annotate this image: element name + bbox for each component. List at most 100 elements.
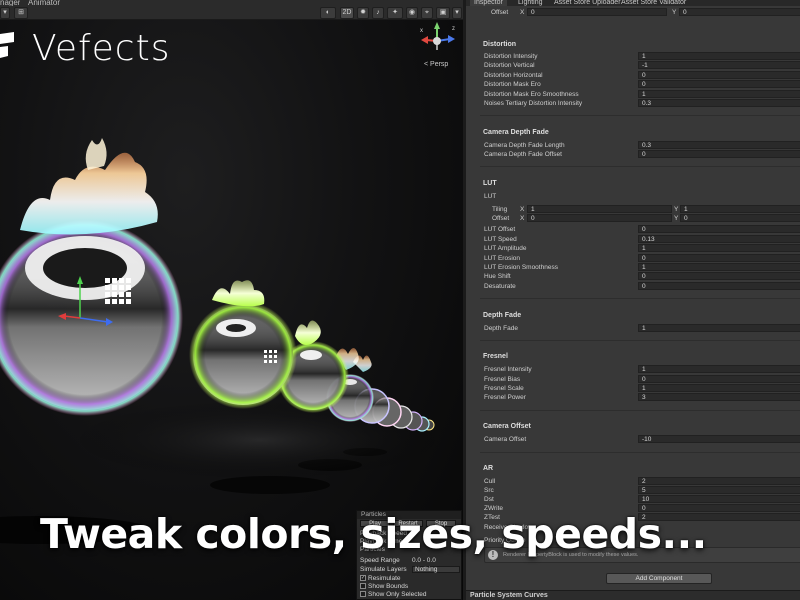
tool-dropdown-icon[interactable]: ▾ [0,7,10,19]
desaturate-field[interactable]: 0 [638,282,800,290]
lut-offset-y-label: Y [674,215,679,222]
offset-x-field[interactable]: 0 [527,8,667,16]
lut-offset-field[interactable]: 0 [638,225,800,233]
camera-offset-label: Camera Offset [484,436,527,443]
depth-fade-label: Depth Fade [484,325,518,332]
lut-speed-field[interactable]: 0.13 [638,235,800,243]
particle-system-curves-header[interactable]: Particle System Curves [466,590,800,600]
show-only-selected-row[interactable]: Show Only Selected [360,591,460,599]
camera-settings-icon[interactable]: ▣ [436,7,450,19]
tab-inspector[interactable]: Inspector [470,0,507,6]
section-distortion: Distortion [483,41,517,48]
simulate-layers-select[interactable]: Nothing [412,566,460,573]
scene-toolbar-row: ▾ ⊞ ◐ 2D ✹ ♪ ✦ ◉ ⌖ ▣ ▾ [0,6,463,20]
distortion-mask-ero-field[interactable]: 0 [638,80,800,88]
resimulate-row[interactable]: ✓ Resimulate [360,575,460,583]
desaturate-label: Desaturate [484,283,516,290]
section-camera-depth-fade: Camera Depth Fade [483,129,549,136]
camera-depth-fade-offset-field[interactable]: 0 [638,150,800,158]
gizmo-toggle-icon[interactable]: ⌖ [421,7,433,19]
tab-asset-store-uploader[interactable]: Asset Store Uploader [554,0,621,6]
projection-label[interactable]: < Persp [424,61,448,68]
noises-tertiary-distortion-field[interactable]: 0.3 [638,99,800,107]
fresnel-bias-field[interactable]: 0 [638,375,800,383]
vefects-logo-icon [0,32,14,58]
orb-2 [189,280,297,409]
lut-erosion-smoothness-label: LUT Erosion Smoothness [484,264,558,271]
camera-depth-fade-length-label: Camera Depth Fade Length [484,142,565,149]
lut-offset-x-field[interactable]: 0 [527,214,672,222]
lut-offset-label: LUT Offset [484,226,516,233]
lut-offset-vec-label: Offset [492,215,510,222]
hidden-objects-icon[interactable]: ◉ [406,7,418,19]
dst-field[interactable]: 10 [638,495,800,503]
divider [480,166,800,167]
section-ar: AR [483,465,494,472]
depth-fade-field[interactable]: 1 [638,324,800,332]
fresnel-scale-label: Fresnel Scale [484,385,524,392]
lighting-toggle-icon[interactable]: ✹ [357,7,369,19]
dst-label: Dst [484,496,494,503]
lut-amplitude-label: LUT Amplitude [484,245,527,252]
grid-snap-icon[interactable]: ⊞ [14,7,28,19]
fresnel-intensity-label: Fresnel Intensity [484,366,532,373]
speed-range-row: Speed Range 0.0 - 0.0 [360,557,436,564]
divider [480,340,800,341]
distortion-mask-ero-smoothness-field[interactable]: 1 [638,90,800,98]
offset-y-field[interactable]: 0 [679,8,800,16]
lut-tiling-y-field[interactable]: 1 [680,205,800,213]
section-camera-offset: Camera Offset [483,423,531,430]
lut-erosion-smoothness-field[interactable]: 1 [638,263,800,271]
show-bounds-checkbox[interactable] [360,583,366,590]
offset-y-label: Y [672,9,677,16]
resimulate-checkbox[interactable]: ✓ [360,575,366,582]
lut-offset-x-label: X [520,215,525,222]
show-bounds-row[interactable]: Show Bounds [360,583,460,591]
simulate-layers-row: Simulate Layers Nothing [360,566,460,574]
camera-offset-field[interactable]: -10 [638,435,800,443]
lut-speed-label: LUT Speed [484,236,517,243]
hue-shift-label: Hue Shift [484,273,511,280]
lut-erosion-label: LUT Erosion [484,255,521,262]
effects-toggle-icon[interactable]: ✦ [387,7,403,19]
camera-depth-fade-offset-label: Camera Depth Fade Offset [484,151,562,158]
fresnel-intensity-field[interactable]: 1 [638,365,800,373]
section-lut: LUT [483,180,497,187]
lut-amplitude-field[interactable]: 1 [638,244,800,252]
add-component-button[interactable]: Add Component [606,573,712,584]
fresnel-bias-label: Fresnel Bias [484,376,521,383]
orb-1 [0,138,183,416]
tab-asset-store-validator[interactable]: Asset Store Validator [621,0,686,6]
audio-toggle-icon[interactable]: ♪ [372,7,384,19]
divider [480,452,800,453]
lut-tiling-x-field[interactable]: 1 [527,205,672,213]
distortion-intensity-field[interactable]: 1 [638,52,800,60]
lut-erosion-field[interactable]: 0 [638,254,800,262]
gizmos-dropdown-icon[interactable]: ▾ [452,7,462,19]
src-label: Src [484,487,494,494]
logo-text: Vefects [32,28,171,69]
distortion-mask-ero-label: Distortion Mask Ero [484,81,541,88]
distortion-vertical-label: Distortion Vertical [484,62,535,69]
lut-offset-y-field[interactable]: 0 [680,214,800,222]
scene-toolbar: nager Animator ▾ ⊞ ◐ 2D ✹ ♪ ✦ ◉ ⌖ ▣ ▾ [0,0,463,20]
lut-texture-label: LUT [484,193,497,200]
distortion-vertical-field[interactable]: -1 [638,61,800,69]
lut-tiling-label: Tiling [492,206,508,213]
camera-depth-fade-length-field[interactable]: 0.3 [638,141,800,149]
fresnel-power-field[interactable]: 3 [638,393,800,401]
show-only-selected-checkbox[interactable] [360,591,366,598]
offset-x-label: X [520,9,525,16]
src-field[interactable]: 5 [638,486,800,494]
fresnel-power-label: Fresnel Power [484,394,526,401]
tab-lighting[interactable]: Lighting [518,0,543,6]
mode-2d-button[interactable]: 2D [340,7,354,19]
lut-tiling-x-label: X [520,206,525,213]
hue-shift-field[interactable]: 0 [638,272,800,280]
fresnel-scale-field[interactable]: 1 [638,384,800,392]
cull-field[interactable]: 2 [638,477,800,485]
draw-mode-icon[interactable]: ◐ [320,7,336,19]
orientation-gizmo[interactable]: z x [416,20,458,62]
distortion-horizontal-field[interactable]: 0 [638,71,800,79]
caption-text: Tweak colors, sizes, speeds... [40,510,707,558]
